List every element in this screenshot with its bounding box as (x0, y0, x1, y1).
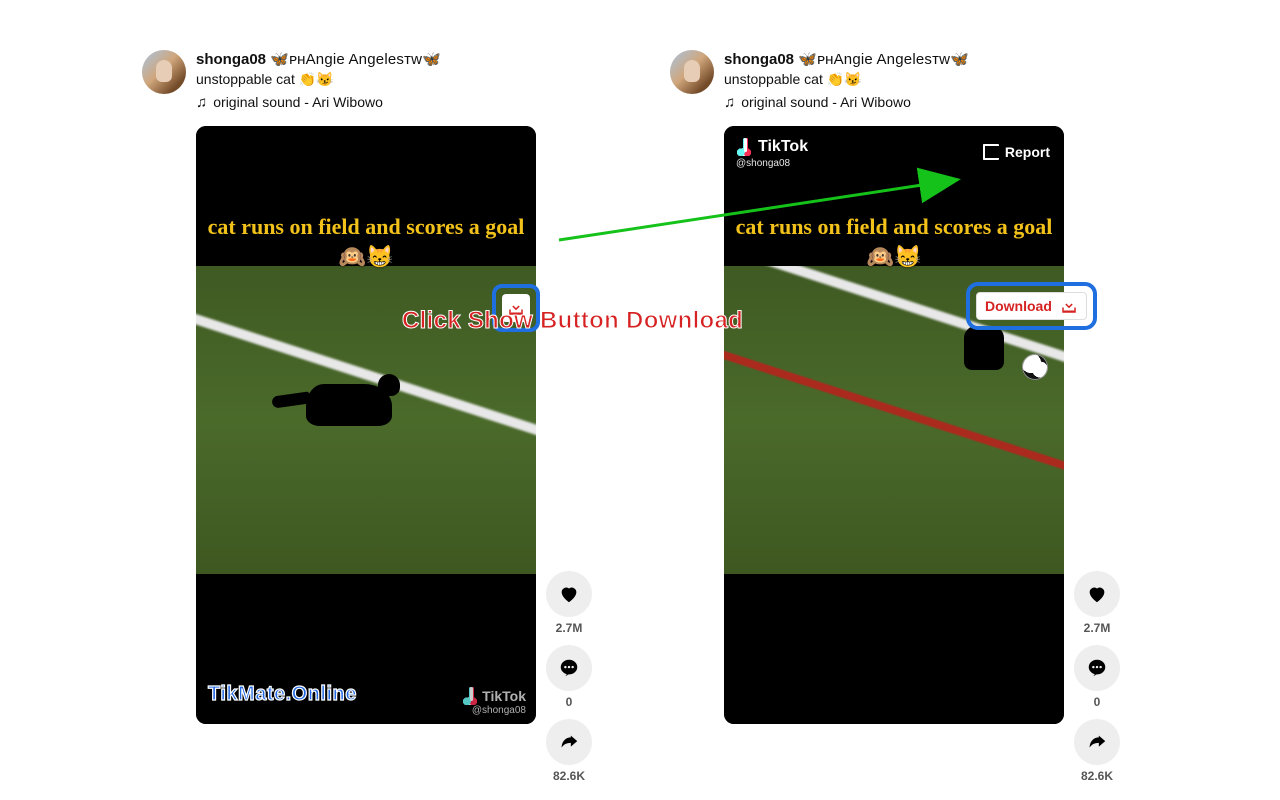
comment-action[interactable]: 0 (1074, 645, 1120, 709)
share-action[interactable]: 82.6K (546, 719, 592, 783)
tiktok-handle: @shonga08 (462, 705, 526, 716)
video-player[interactable]: TikTok @shonga08 Report cat runs on fiel… (724, 126, 1064, 724)
in-video-caption: cat runs on field and scores a goal 🙉😸 (724, 212, 1064, 271)
video-subject-ball (1022, 354, 1048, 380)
heart-icon (558, 583, 580, 605)
comment-count: 0 (566, 695, 573, 709)
tikmate-watermark: TikMate.Online (208, 683, 357, 706)
tiktok-logo-icon (462, 687, 478, 705)
video-subject-cat (964, 326, 1004, 370)
username[interactable]: shonga08 (724, 51, 794, 68)
video-subject-cat (306, 384, 392, 426)
share-count: 82.6K (553, 769, 585, 783)
in-video-caption: cat runs on field and scores a goal 🙉😸 (196, 212, 536, 271)
tiktok-watermark-bottom: TikTok @shonga08 (462, 687, 526, 716)
display-suffix: 🦋ᴘʜAngie Angelesᴛᴡ🦋 (270, 51, 441, 68)
post-header: shonga08 🦋ᴘʜAngie Angelesᴛᴡ🦋 unstoppable… (142, 50, 612, 112)
comment-icon (558, 657, 580, 679)
like-action[interactable]: 2.7M (546, 571, 592, 635)
tiktok-brand: TikTok (758, 138, 808, 156)
music-line[interactable]: ♫ original sound - Ari Wibowo (196, 93, 441, 112)
report-label: Report (1005, 144, 1050, 160)
video-wrapper-right: TikTok @shonga08 Report cat runs on fiel… (670, 126, 1140, 724)
tiktok-post-right: shonga08 🦋ᴘʜAngie Angelesᴛᴡ🦋 unstoppable… (670, 50, 1140, 724)
music-line[interactable]: ♫ original sound - Ari Wibowo (724, 93, 969, 112)
share-icon (1086, 731, 1108, 753)
avatar[interactable] (670, 50, 714, 94)
video-letterbox-bottom (724, 574, 1064, 724)
comment-icon (1086, 657, 1108, 679)
username[interactable]: shonga08 (196, 51, 266, 68)
post-caption: unstoppable cat 👏😼 (724, 70, 969, 89)
comment-count: 0 (1094, 695, 1101, 709)
music-note-icon: ♫ (196, 95, 207, 110)
music-label: original sound - Ari Wibowo (213, 93, 383, 112)
avatar[interactable] (142, 50, 186, 94)
heart-icon (1086, 583, 1108, 605)
tiktok-handle: @shonga08 (736, 158, 790, 169)
tiktok-watermark-top: TikTok @shonga08 (736, 138, 808, 169)
post-meta: shonga08 🦋ᴘʜAngie Angelesᴛᴡ🦋 unstoppable… (196, 50, 441, 112)
flag-icon (983, 144, 999, 160)
tiktok-brand: TikTok (482, 688, 526, 704)
share-action[interactable]: 82.6K (1074, 719, 1120, 783)
music-note-icon: ♫ (724, 95, 735, 110)
report-button[interactable]: Report (983, 144, 1050, 160)
tiktok-post-left: shonga08 🦋ᴘʜAngie Angelesᴛᴡ🦋 unstoppable… (142, 50, 612, 724)
post-caption: unstoppable cat 👏😼 (196, 70, 441, 89)
tiktok-logo-icon (736, 138, 752, 156)
download-button[interactable]: Download (976, 292, 1087, 320)
annotation-text: Click Show Button Download (402, 307, 743, 335)
action-rail: 2.7M 0 82.6K (546, 571, 592, 783)
like-count: 2.7M (556, 621, 583, 635)
post-header: shonga08 🦋ᴘʜAngie Angelesᴛᴡ🦋 unstoppable… (670, 50, 1140, 112)
video-wrapper-left: cat runs on field and scores a goal 🙉😸 T… (142, 126, 612, 724)
share-count: 82.6K (1081, 769, 1113, 783)
action-rail: 2.7M 0 82.6K (1074, 571, 1120, 783)
display-suffix: 🦋ᴘʜAngie Angelesᴛᴡ🦋 (798, 51, 969, 68)
video-player[interactable]: cat runs on field and scores a goal 🙉😸 T… (196, 126, 536, 724)
like-action[interactable]: 2.7M (1074, 571, 1120, 635)
download-button-highlight: Download (966, 282, 1097, 330)
download-arrow-icon (1060, 297, 1078, 315)
post-meta: shonga08 🦋ᴘʜAngie Angelesᴛᴡ🦋 unstoppable… (724, 50, 969, 112)
like-count: 2.7M (1084, 621, 1111, 635)
comment-action[interactable]: 0 (546, 645, 592, 709)
download-button-label: Download (985, 298, 1052, 314)
music-label: original sound - Ari Wibowo (741, 93, 911, 112)
share-icon (558, 731, 580, 753)
